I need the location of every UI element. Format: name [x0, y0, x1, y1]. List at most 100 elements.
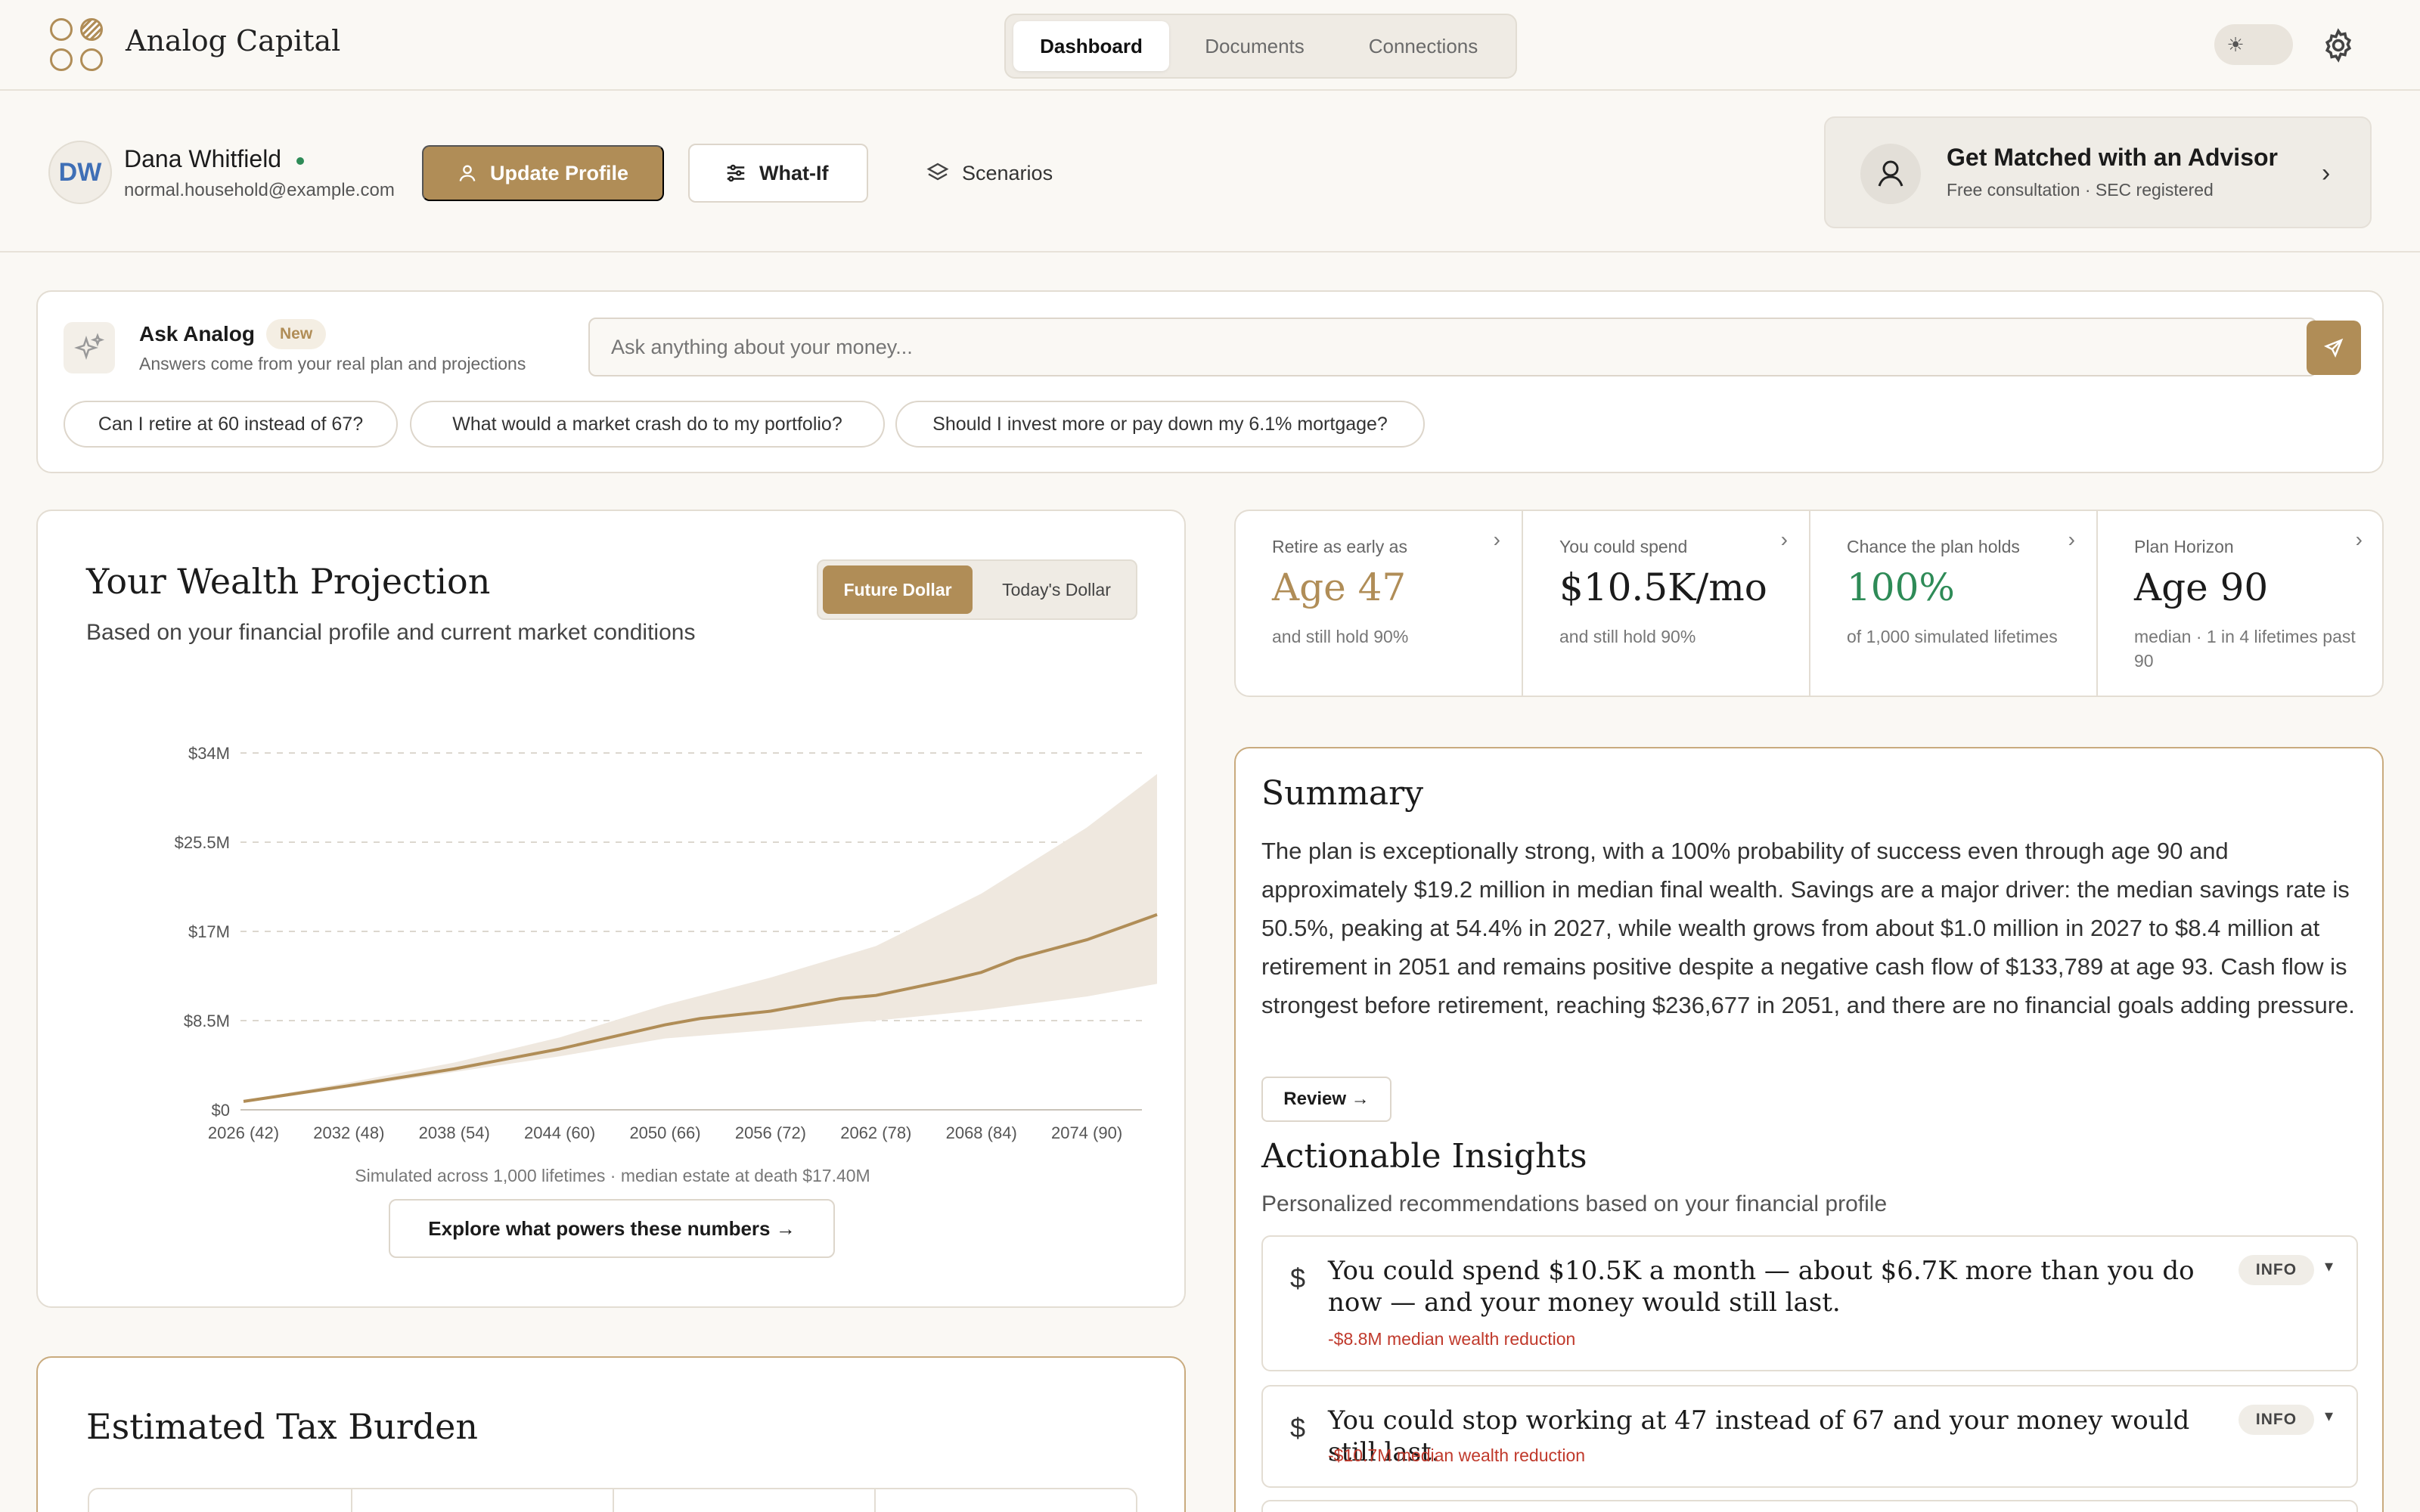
metric-value: $10.5K/mo: [1559, 565, 1767, 609]
profile-name-text: Dana Whitfield: [124, 145, 282, 172]
x-tick-label: 2026 (42): [208, 1123, 279, 1142]
profile-name: Dana Whitfield: [124, 145, 305, 173]
wealth-subtitle: Based on your financial profile and curr…: [86, 620, 696, 645]
update-profile-label: Update Profile: [490, 161, 629, 184]
x-tick-label: 2050 (66): [629, 1123, 700, 1142]
top-nav: Analog Capital Dashboard Documents Conne…: [0, 0, 2420, 91]
suggestion-chip[interactable]: Can I retire at 60 instead of 67?: [64, 401, 398, 448]
advisor-match-card[interactable]: Get Matched with an Advisor Free consult…: [1824, 116, 2372, 228]
profile-bar: DW Dana Whitfield normal.household@examp…: [0, 92, 2420, 253]
metric-spend[interactable]: You could spend › $10.5K/mo and still ho…: [1523, 511, 1809, 696]
tab-documents[interactable]: Documents: [1177, 21, 1333, 71]
insight-text: You could spend $10.5K a month — about $…: [1328, 1256, 2195, 1318]
insight-impact: -$8.8M median wealth reduction: [1328, 1329, 1576, 1349]
metric-retire-age[interactable]: Retire as early as › Age 47 and still ho…: [1236, 511, 1522, 696]
x-tick-label: 2062 (78): [840, 1123, 911, 1142]
sparkle-icon: [64, 322, 115, 373]
y-tick-label: $17M: [188, 922, 230, 941]
ask-title: Ask Analog: [139, 322, 255, 345]
scenarios-button[interactable]: Scenarios: [921, 145, 1072, 201]
metric-sub: and still hold 90%: [1272, 627, 1409, 646]
metrics-strip: Retire as early as › Age 47 and still ho…: [1234, 510, 2384, 697]
what-if-button[interactable]: What-If: [688, 144, 868, 203]
advisor-title: Get Matched with an Advisor: [1947, 144, 2278, 171]
metric-value: 100%: [1847, 565, 1955, 609]
chevron-down-icon[interactable]: ▾: [2325, 1256, 2333, 1276]
metric-sub: and still hold 90%: [1559, 627, 1696, 646]
insight-item[interactable]: [1261, 1500, 2358, 1512]
todays-dollar-button[interactable]: Today's Dollar: [979, 565, 1134, 614]
insight-item[interactable]: $ You could spend $10.5K a month — about…: [1261, 1235, 2358, 1371]
metric-label: You could spend: [1559, 537, 1688, 556]
metric-sub: median · 1 in 4 lifetimes past 90: [2134, 627, 2356, 671]
info-badge: INFO: [2238, 1405, 2314, 1435]
metric-label: Chance the plan holds: [1847, 537, 2020, 556]
y-tick-label: $8.5M: [184, 1012, 230, 1030]
what-if-label: What-If: [759, 161, 829, 184]
future-dollar-button[interactable]: Future Dollar: [823, 565, 973, 614]
chevron-right-icon: ›: [2068, 528, 2075, 551]
ask-analog-card: Ask Analog New Answers come from your re…: [36, 290, 2384, 473]
avatar[interactable]: DW: [48, 141, 112, 204]
x-tick-label: 2044 (60): [524, 1123, 595, 1142]
x-tick-label: 2032 (48): [313, 1123, 384, 1142]
sun-icon: ☀: [2226, 33, 2245, 56]
wealth-title: Your Wealth Projection: [86, 561, 491, 602]
x-tick-label: 2038 (54): [419, 1123, 490, 1142]
x-tick-label: 2056 (72): [735, 1123, 806, 1142]
metric-success-chance[interactable]: Chance the plan holds › 100% of 1,000 si…: [1810, 511, 2096, 696]
tab-dashboard[interactable]: Dashboard: [1013, 21, 1169, 71]
online-status-dot: [296, 156, 305, 165]
wealth-projection-card: Your Wealth Projection Based on your fin…: [36, 510, 1186, 1308]
chevron-down-icon[interactable]: ▾: [2325, 1406, 2333, 1426]
send-button[interactable]: [2307, 321, 2361, 375]
sliders-icon: [727, 164, 745, 182]
new-badge: New: [266, 319, 327, 349]
logo-icon: [50, 18, 107, 73]
metric-plan-horizon[interactable]: Plan Horizon › Age 90 median · 1 in 4 li…: [2098, 511, 2384, 696]
dollar-icon: $: [1290, 1263, 1306, 1294]
chevron-right-icon: ›: [2355, 528, 2363, 551]
dollar-toggle: Future Dollar Today's Dollar: [817, 559, 1137, 620]
insights-subtitle: Personalized recommendations based on yo…: [1261, 1191, 1888, 1216]
tab-connections[interactable]: Connections: [1343, 21, 1503, 71]
metric-value: Age 90: [2134, 565, 2269, 609]
ask-subtitle: Answers come from your real plan and pro…: [139, 354, 526, 373]
chevron-right-icon: ›: [1780, 528, 1788, 551]
dollar-icon: $: [1290, 1412, 1306, 1443]
y-tick-label: $25.5M: [175, 833, 230, 852]
review-button[interactable]: Review →: [1261, 1077, 1392, 1122]
y-tick-label: $0: [212, 1101, 230, 1120]
metric-label: Plan Horizon: [2134, 537, 2234, 556]
layers-icon: [926, 163, 949, 181]
ask-input[interactable]: [588, 318, 2317, 376]
summary-card: Summary The plan is exceptionally strong…: [1234, 747, 2384, 1512]
summary-title: Summary: [1261, 774, 1424, 813]
main-tabs: Dashboard Documents Connections: [1004, 14, 1517, 79]
suggestion-chip[interactable]: What would a market crash do to my portf…: [410, 401, 885, 448]
update-profile-button[interactable]: Update Profile: [422, 145, 664, 201]
insight-impact: -$10.7M median wealth reduction: [1328, 1445, 1586, 1465]
scenarios-label: Scenarios: [962, 161, 1053, 184]
gear-icon[interactable]: [2320, 27, 2356, 64]
x-tick-label: 2074 (90): [1051, 1123, 1122, 1142]
y-tick-label: $34M: [188, 744, 230, 763]
chevron-right-icon: ›: [2322, 159, 2331, 187]
suggestion-chip[interactable]: Should I invest more or pay down my 6.1%…: [895, 401, 1425, 448]
brand-name: Analog Capital: [126, 24, 341, 57]
wealth-footnote: Simulated across 1,000 lifetimes · media…: [355, 1166, 870, 1185]
summary-body: The plan is exceptionally strong, with a…: [1261, 838, 2355, 1018]
info-badge: INFO: [2238, 1255, 2314, 1285]
tax-title: Estimated Tax Burden: [86, 1406, 479, 1447]
metric-sub: of 1,000 simulated lifetimes: [1847, 627, 2058, 646]
chevron-right-icon: ›: [1493, 528, 1500, 551]
insights-title: Actionable Insights: [1261, 1137, 1587, 1176]
theme-toggle[interactable]: ☀: [2214, 24, 2293, 65]
profile-email: normal.household@example.com: [124, 180, 395, 200]
insight-item[interactable]: $ You could stop working at 47 instead o…: [1261, 1385, 2358, 1488]
percentile-band: [244, 773, 1157, 1103]
explore-numbers-button[interactable]: Explore what powers these numbers →: [389, 1199, 835, 1258]
wealth-chart: $0 $8.5M $17M $25.5M $34M 2026 (42) 2032 (48) 2…: [175, 744, 1158, 1142]
tax-burden-card: Estimated Tax Burden: [36, 1356, 1186, 1512]
advisor-subtitle: Free consultation · SEC registered: [1947, 180, 2214, 200]
